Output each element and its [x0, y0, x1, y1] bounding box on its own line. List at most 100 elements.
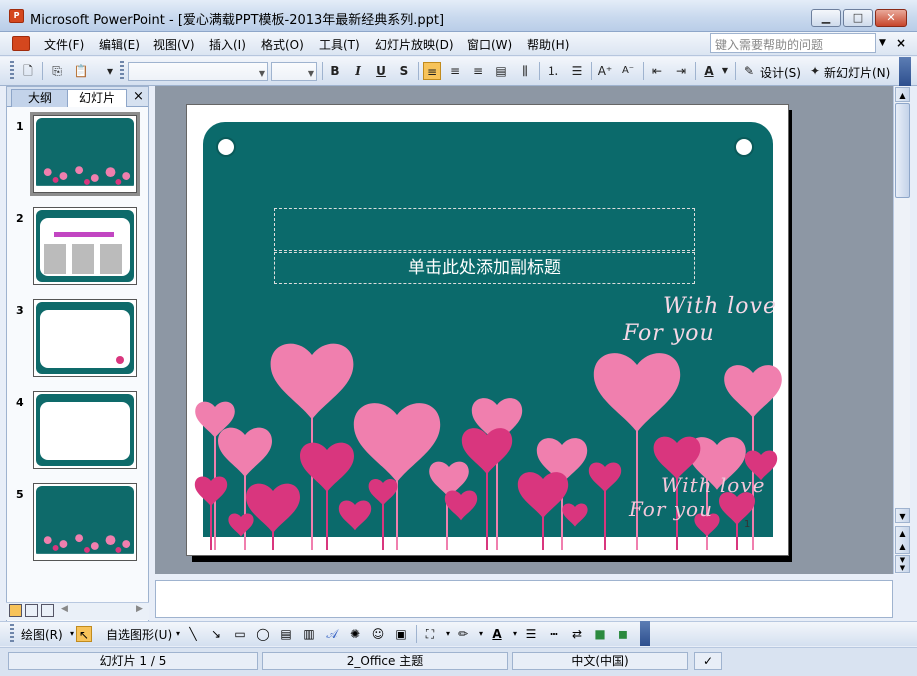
copy-icon[interactable]: ⎘ [48, 62, 66, 80]
chevron-down-icon[interactable]: ▼ [720, 62, 730, 80]
slide-thumbnail-3[interactable] [33, 299, 137, 377]
align-left-icon[interactable]: ≡ [423, 62, 441, 80]
spellcheck-icon[interactable]: ✓ [694, 652, 722, 670]
rectangle-tool-icon[interactable]: ▭ [232, 626, 248, 642]
bold-button[interactable]: B [326, 62, 344, 80]
vertical-text-box-icon[interactable]: ▥ [301, 626, 317, 642]
design-button[interactable]: 设计(S) [760, 64, 801, 81]
slide-thumbnail-4[interactable] [33, 391, 137, 469]
line-color-icon[interactable]: ✏ [455, 626, 471, 642]
underline-button[interactable]: U [372, 62, 390, 80]
toolbar-grip[interactable] [10, 61, 14, 81]
scroll-down-icon[interactable]: ▼ [895, 508, 910, 523]
design-icon: ✎ [743, 64, 755, 78]
font-size-select[interactable]: ▼ [271, 62, 317, 81]
tab-outline[interactable]: 大纲 [11, 89, 69, 107]
toolbar-grip[interactable] [10, 624, 14, 644]
fill-color-icon[interactable]: ⛶ [422, 626, 438, 642]
font-color-icon[interactable]: A [700, 62, 718, 80]
bulleted-list-icon[interactable]: ☰ [568, 62, 586, 80]
3d-style-icon[interactable]: ◼ [615, 626, 631, 642]
font-name-select[interactable]: ▼ [128, 62, 268, 81]
document-close-button[interactable]: × [896, 36, 906, 50]
increase-font-icon[interactable]: A⁺ [596, 62, 614, 80]
decrease-font-icon[interactable]: A⁻ [619, 62, 637, 80]
notes-pane[interactable] [155, 580, 893, 618]
justify-icon[interactable]: ▤ [492, 62, 510, 80]
toolbar-separator [322, 62, 323, 80]
normal-view-icon[interactable] [9, 604, 22, 617]
oval-tool-icon[interactable]: ◯ [255, 626, 271, 642]
scroll-up-icon[interactable]: ▲ [895, 87, 910, 102]
slide-thumbnail-2[interactable] [33, 207, 137, 285]
clip-art-icon[interactable]: ☺ [370, 626, 386, 642]
align-center-icon[interactable]: ≡ [446, 62, 464, 80]
paste-icon[interactable]: 📋 [72, 62, 90, 80]
decrease-indent-icon[interactable]: ⇤ [648, 62, 666, 80]
menu-format[interactable]: 格式(O) [261, 36, 304, 53]
wordart-icon[interactable]: 𝒜 [324, 626, 340, 642]
new-document-icon[interactable]: 🗋 [19, 62, 37, 80]
chevron-down-icon[interactable]: ▾ [507, 626, 523, 642]
thumbnail-column [44, 244, 66, 274]
toolbar-options-button[interactable] [899, 57, 911, 86]
maximize-button[interactable]: □ [843, 9, 873, 27]
italic-button[interactable]: I [349, 62, 367, 80]
toolbar-options-icon[interactable]: ▾ [104, 62, 116, 80]
scrollbar-thumb[interactable] [895, 103, 910, 198]
menu-view[interactable]: 视图(V) [153, 36, 195, 53]
distribute-icon[interactable]: ⫼ [516, 62, 534, 80]
slide-sorter-icon[interactable] [25, 604, 38, 617]
tab-slides[interactable]: 幻灯片 [67, 89, 127, 107]
shadow-style-icon[interactable]: ■ [592, 626, 608, 642]
menu-edit[interactable]: 编辑(E) [99, 36, 140, 53]
toolbar-options-button[interactable] [640, 621, 650, 646]
autoshapes-menu[interactable]: 自选图形(U) [106, 626, 172, 643]
font-color-icon[interactable]: A [489, 626, 505, 642]
slideshow-icon[interactable] [41, 604, 54, 617]
close-button[interactable]: ✕ [875, 9, 907, 27]
scroll-right-icon[interactable]: ▶ [136, 604, 143, 614]
slide-thumbnail-5[interactable] [33, 483, 137, 561]
menu-file[interactable]: 文件(F) [44, 36, 84, 53]
next-slide-icon[interactable]: ▼ ▼ [895, 555, 910, 573]
shadow-button[interactable]: S [395, 62, 413, 80]
text-box-icon[interactable]: ▤ [278, 626, 294, 642]
increase-indent-icon[interactable]: ⇥ [672, 62, 690, 80]
thumbnail-number: 5 [16, 488, 24, 501]
slide-canvas[interactable]: 单击此处添加副标题 With love For you With love Fo… [186, 104, 789, 556]
line-style-icon[interactable]: ☰ [523, 626, 539, 642]
align-right-icon[interactable]: ≡ [469, 62, 487, 80]
minimize-button[interactable]: ▁ [811, 9, 841, 27]
arrow-tool-icon[interactable]: ↘ [208, 626, 224, 642]
drawing-toolbar: 绘图(R) ▾ ↖ 自选图形(U) ▾ ╲ ↘ ▭ ◯ ▤ ▥ 𝒜 ✺ ☺ ▣ … [0, 621, 917, 646]
select-pointer-icon[interactable]: ↖ [76, 626, 92, 642]
scroll-left-icon[interactable]: ◀ [61, 604, 68, 614]
line-tool-icon[interactable]: ╲ [185, 626, 201, 642]
chevron-down-icon[interactable]: ▾ [440, 626, 456, 642]
chevron-down-icon[interactable]: ▾ [170, 626, 186, 642]
new-slide-button[interactable]: 新幻灯片(N) [824, 64, 890, 81]
document-icon[interactable] [12, 36, 30, 51]
chevron-down-icon[interactable]: ▾ [473, 626, 489, 642]
chevron-down-icon[interactable]: ▼ [879, 38, 886, 48]
toolbar-grip[interactable] [120, 61, 124, 81]
help-search-input[interactable]: 键入需要帮助的问题 [710, 33, 876, 53]
close-icon[interactable]: × [133, 89, 144, 104]
slide-thumbnail-1[interactable] [30, 112, 140, 196]
menu-help[interactable]: 帮助(H) [527, 36, 569, 53]
script-text: For you [629, 497, 713, 521]
arrow-style-icon[interactable]: ⇄ [569, 626, 585, 642]
draw-menu[interactable]: 绘图(R) [21, 626, 63, 643]
menu-tools[interactable]: 工具(T) [319, 36, 360, 53]
previous-slide-icon[interactable]: ▲ ▲ [895, 526, 910, 554]
menu-slideshow[interactable]: 幻灯片放映(D) [375, 36, 454, 53]
numbered-list-icon[interactable]: ⒈ [544, 62, 562, 80]
dash-style-icon[interactable]: ┅ [546, 626, 562, 642]
vertical-scrollbar[interactable]: ▲ ▼ ▲ ▲ ▼ ▼ [893, 86, 910, 574]
menu-window[interactable]: 窗口(W) [467, 36, 512, 53]
menu-insert[interactable]: 插入(I) [209, 36, 246, 53]
picture-icon[interactable]: ▣ [393, 626, 409, 642]
diagram-icon[interactable]: ✺ [347, 626, 363, 642]
thumbnail-content-area [40, 402, 130, 460]
